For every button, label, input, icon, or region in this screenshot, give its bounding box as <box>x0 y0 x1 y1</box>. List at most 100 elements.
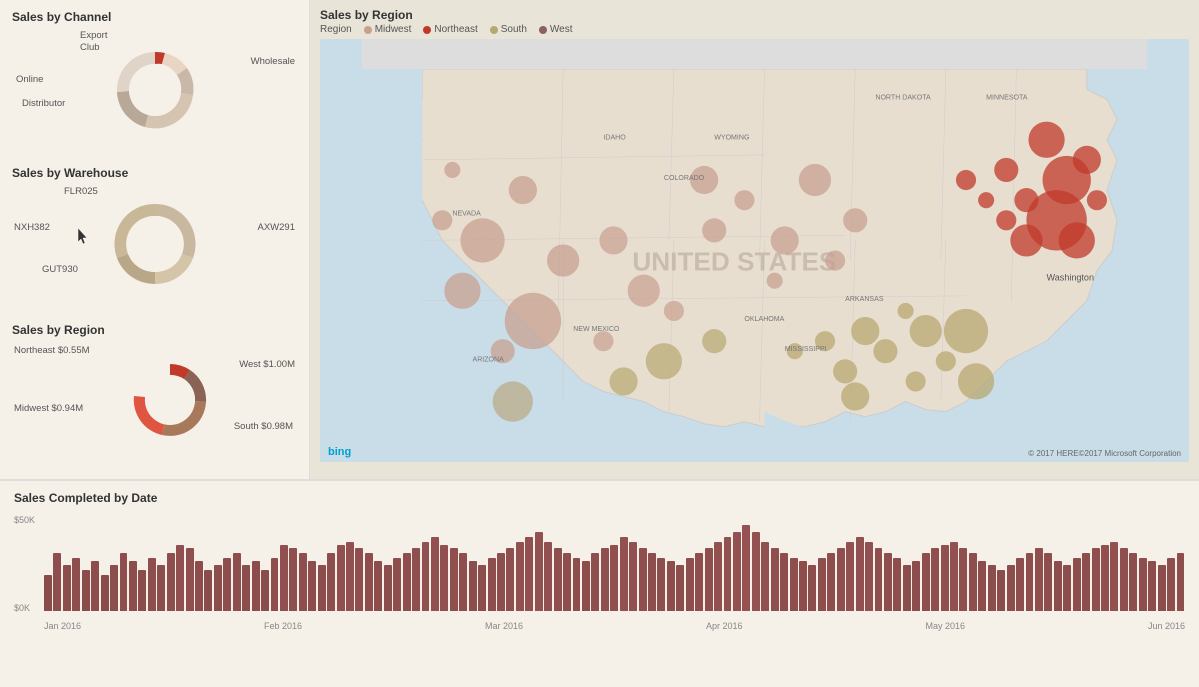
x-axis-label: Feb 2016 <box>264 621 302 631</box>
svg-text:IDAHO: IDAHO <box>603 135 626 142</box>
bar-item <box>959 548 967 611</box>
us-label: UNITED STATES <box>632 247 836 277</box>
bar-item <box>941 545 949 611</box>
bar-item <box>771 548 779 611</box>
bar-item <box>582 561 590 611</box>
x-axis-label: Jun 2016 <box>1148 621 1185 631</box>
bar-item <box>431 537 439 611</box>
svg-text:COLORADO: COLORADO <box>664 175 705 182</box>
sales-by-region-left-section: Sales by Region <box>12 323 297 469</box>
bar-item <box>261 570 269 611</box>
bar-item <box>978 561 986 611</box>
left-panel: Sales by Channel <box>0 0 310 480</box>
bar-item <box>752 532 760 611</box>
bar-item <box>969 553 977 611</box>
legend-northeast: Northeast <box>423 24 477 35</box>
bar-item <box>1054 561 1062 611</box>
bar-item <box>648 553 656 611</box>
bar-item <box>601 548 609 611</box>
bar-item <box>440 545 448 611</box>
warehouse-labels: FLR025 AXW291 GUT930 NXH382 <box>12 184 297 304</box>
bar-item <box>1158 565 1166 611</box>
legend-west-dot <box>539 26 547 34</box>
legend-northeast-label: Northeast <box>434 24 477 35</box>
bar-item <box>695 553 703 611</box>
bar-item <box>1063 565 1071 611</box>
bar-item <box>223 558 231 611</box>
bar-item <box>846 542 854 611</box>
bar-item <box>497 553 505 611</box>
bar-item <box>790 558 798 611</box>
bar-item <box>242 565 250 611</box>
bar-item <box>563 553 571 611</box>
label-northeast: Northeast $0.55M <box>14 345 90 356</box>
bar-item <box>1120 548 1128 611</box>
bar-item <box>516 542 524 611</box>
bar-item <box>676 565 684 611</box>
bar-item <box>308 561 316 611</box>
bar-item <box>818 558 826 611</box>
bar-item <box>289 548 297 611</box>
bottom-panel: Sales Completed by Date $50K $0K Jan 201… <box>0 480 1199 687</box>
label-axw291: AXW291 <box>258 222 296 233</box>
bar-item <box>988 565 996 611</box>
bar-item <box>724 537 732 611</box>
bar-item <box>44 575 52 611</box>
bar-item <box>469 561 477 611</box>
bar-item <box>1129 553 1137 611</box>
sales-by-region-left-title: Sales by Region <box>12 323 297 337</box>
bar-item <box>422 542 430 611</box>
bar-item <box>875 548 883 611</box>
bar-item <box>1101 545 1109 611</box>
bar-item <box>667 561 675 611</box>
svg-text:ARKANSAS: ARKANSAS <box>845 296 884 303</box>
bar-item <box>1035 548 1043 611</box>
bar-item <box>478 565 486 611</box>
label-flr025: FLR025 <box>64 186 98 197</box>
label-south: South $0.98M <box>234 421 293 432</box>
bar-item <box>1148 561 1156 611</box>
bar-item <box>639 548 647 611</box>
bar-chart-title: Sales Completed by Date <box>14 491 1185 505</box>
bar-x-axis: Jan 2016Feb 2016Mar 2016Apr 2016May 2016… <box>44 613 1185 631</box>
bar-item <box>82 570 90 611</box>
bar-item <box>450 548 458 611</box>
bar-item <box>554 548 562 611</box>
y-label-50k: $50K <box>14 515 35 525</box>
bar-item <box>252 561 260 611</box>
label-club: Club <box>80 42 100 53</box>
bar-item <box>138 570 146 611</box>
svg-text:Washington: Washington <box>1047 273 1094 283</box>
sales-by-warehouse-chart: FLR025 AXW291 GUT930 NXH382 <box>12 184 297 304</box>
us-map-container[interactable]: UNITED STATES <box>320 39 1189 462</box>
legend-northeast-dot <box>423 26 431 34</box>
bar-item <box>1167 558 1175 611</box>
bar-chart-bars <box>44 525 1185 611</box>
legend-south-label: South <box>501 24 527 35</box>
bar-item <box>488 558 496 611</box>
bar-item <box>780 553 788 611</box>
bar-item <box>903 565 911 611</box>
bar-item <box>384 565 392 611</box>
bar-item <box>157 565 165 611</box>
bar-item <box>922 553 930 611</box>
bar-item <box>204 570 212 611</box>
bar-item <box>837 548 845 611</box>
bar-item <box>167 553 175 611</box>
bar-item <box>1016 558 1024 611</box>
bar-item <box>63 565 71 611</box>
bar-item <box>893 558 901 611</box>
bar-item <box>110 565 118 611</box>
bar-item <box>799 561 807 611</box>
legend-midwest-label: Midwest <box>375 24 412 35</box>
map-copyright: © 2017 HERE©2017 Microsoft Corporation <box>1028 449 1181 458</box>
label-export: Export <box>80 30 107 41</box>
bar-item <box>120 553 128 611</box>
legend-west: West <box>539 24 573 35</box>
bar-item <box>393 558 401 611</box>
bar-item <box>705 548 713 611</box>
bar-item <box>337 545 345 611</box>
svg-text:NEVADA: NEVADA <box>452 210 481 217</box>
bar-item <box>884 553 892 611</box>
label-midwest: Midwest $0.94M <box>14 403 83 414</box>
